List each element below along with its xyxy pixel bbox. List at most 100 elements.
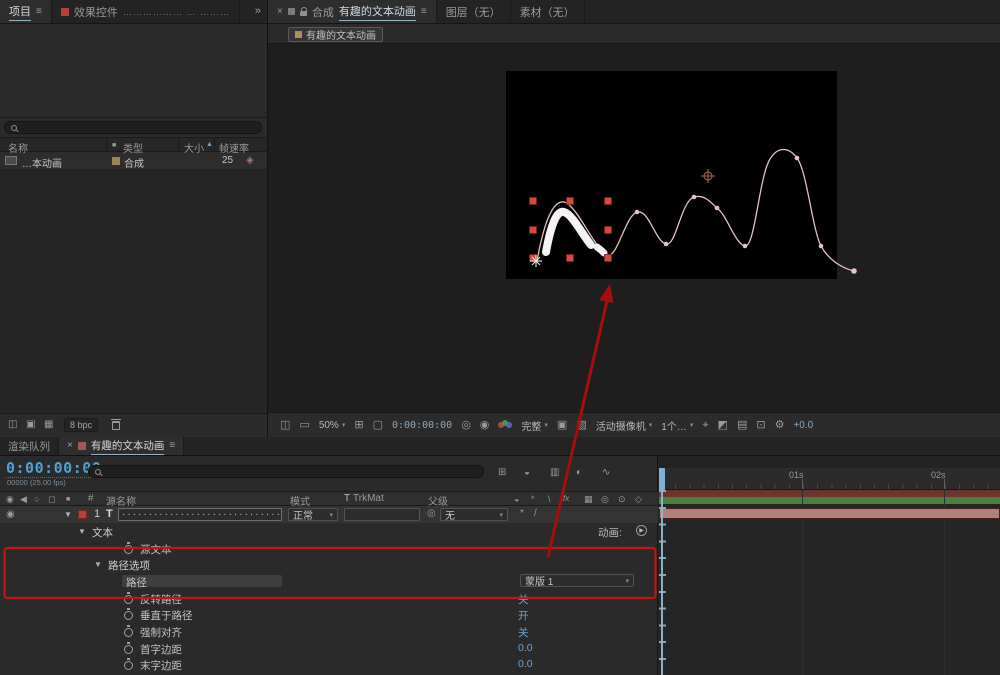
perpendicular-value[interactable]: 开 [518, 608, 529, 623]
comp-mini-flowchart-icon[interactable]: ⊞ [498, 468, 506, 478]
timeline-button-icon[interactable]: ▤ [737, 420, 747, 431]
show-snapshot-icon[interactable]: ◉ [480, 420, 490, 431]
region-of-interest-icon[interactable]: ▣ [557, 420, 567, 431]
tab-project[interactable]: 项目 ≡ [0, 0, 52, 23]
tab-render-queue[interactable]: 渲染队列 [0, 437, 59, 455]
grid-guides-icon[interactable]: ⊞ [354, 420, 363, 431]
viewer-stage[interactable] [268, 44, 1000, 412]
audio-column-icon: ◀ [20, 495, 27, 504]
viewer-timecode[interactable]: 0:00:00:00 [392, 420, 452, 431]
layer-duration-bar[interactable] [659, 508, 1000, 519]
close-icon[interactable]: × [277, 7, 283, 17]
lock-column-icon: ◻ [48, 495, 55, 504]
bit-depth-button[interactable]: 8 bpc [64, 418, 98, 432]
path-row[interactable]: 路径 蒙版 1▾ [0, 573, 658, 589]
layer-index: 1 [94, 508, 100, 520]
layer-row[interactable]: ◉ ▼ 1 T ································… [0, 506, 658, 523]
collapse-switch-icon[interactable]: * [520, 509, 524, 519]
motion-blur-icon[interactable]: ◐ [576, 468, 582, 478]
source-text-row[interactable]: 源文本 [0, 540, 658, 556]
new-folder-icon[interactable]: ▣ [26, 420, 35, 430]
comp-mini-flowchart-button[interactable]: 有趣的文本动画 [288, 27, 383, 42]
tab-timeline-comp[interactable]: × 有趣的文本动画 ≡ [59, 437, 184, 455]
perpendicular-row[interactable]: 垂直于路径 开 [0, 606, 658, 622]
panel-menu-icon[interactable]: ≡ [36, 7, 42, 17]
exposure-value[interactable]: +0.0 [793, 420, 813, 431]
always-preview-icon[interactable]: ▭ [299, 420, 309, 431]
first-margin-value[interactable]: 0.0 [518, 642, 533, 654]
stopwatch-icon[interactable] [124, 642, 133, 652]
view-layout-dropdown[interactable]: 1个…▾ [661, 418, 693, 433]
tab-effect-controls[interactable]: 效果控件 ……………… … ……… [52, 0, 240, 23]
text-group-row[interactable]: ▼ 文本 动画: ▶ [0, 523, 658, 539]
parent-dropdown[interactable]: 无▾ [440, 508, 508, 521]
tab-layer[interactable]: 图层（无） [437, 0, 511, 23]
last-margin-row[interactable]: 末字边距 0.0 [0, 656, 658, 672]
stopwatch-icon[interactable] [124, 625, 133, 635]
exposure-gear-icon[interactable]: ⚙ [775, 420, 785, 431]
transparency-grid-icon[interactable]: ▨ [576, 420, 586, 431]
time-ruler[interactable]: 01s 02s [659, 468, 1000, 490]
path-options-group-row[interactable]: ▼ 路径选项 [0, 556, 658, 572]
graph-editor-icon[interactable]: ∿ [602, 468, 610, 478]
reverse-path-value[interactable]: 关 [518, 592, 529, 607]
last-margin-value[interactable]: 0.0 [518, 658, 533, 670]
toggle-viewers-icon[interactable]: ◫ [280, 420, 290, 431]
composition-canvas[interactable] [506, 71, 837, 279]
stopwatch-icon[interactable] [124, 542, 133, 552]
frame-blending-icon[interactable]: ▥ [550, 468, 559, 478]
tab-footage[interactable]: 素材（无） [511, 0, 585, 23]
trash-icon[interactable] [112, 421, 120, 430]
stopwatch-icon[interactable] [124, 608, 133, 618]
current-time-indicator-handle[interactable] [659, 468, 665, 490]
tab-overflow-icon[interactable]: » [255, 6, 261, 17]
timeline-track-area[interactable]: 01s 02s [659, 456, 1000, 675]
fast-previews-icon[interactable]: ◩ [718, 420, 728, 431]
project-item-row[interactable]: …本动画 合成 25 ◈ [0, 153, 268, 169]
lock-icon[interactable] [300, 11, 307, 16]
mask-visibility-icon[interactable]: ▢ [373, 420, 383, 431]
layer-color-icon [61, 8, 69, 16]
current-timecode[interactable]: 0:00:00:00 [6, 459, 101, 478]
first-margin-row[interactable]: 首字边距 0.0 [0, 640, 658, 656]
force-alignment-row[interactable]: 强制对齐 关 [0, 623, 658, 639]
panel-menu-icon[interactable]: ≡ [169, 441, 175, 451]
col-trkmat[interactable]: TrkMat [353, 493, 384, 504]
eye-icon[interactable]: ◉ [6, 510, 15, 520]
camera-view-dropdown[interactable]: 活动摄像机▾ [596, 418, 653, 433]
flowchart-icon[interactable]: ⊡ [756, 420, 765, 431]
animate-button[interactable]: ▶ [636, 525, 647, 536]
show-channels-icon[interactable] [498, 420, 512, 430]
layer-label-swatch[interactable] [78, 510, 87, 519]
snapshot-icon[interactable]: ◎ [461, 420, 471, 431]
twirl-open-icon[interactable]: ▼ [78, 527, 86, 536]
blend-mode-dropdown[interactable]: 正常▾ [288, 508, 338, 521]
project-search-input[interactable] [4, 121, 262, 134]
motion-blur-switch-icon: ◎ [601, 495, 609, 504]
trkmat-dropdown[interactable] [344, 508, 420, 521]
sort-up-icon[interactable]: ▲ [206, 141, 213, 148]
reverse-path-row[interactable]: 反转路径 关 [0, 590, 658, 606]
resolution-dropdown[interactable]: 完整▾ [521, 418, 548, 433]
stopwatch-icon[interactable] [124, 592, 133, 602]
shy-layers-icon[interactable]: ◒ [524, 468, 530, 478]
path-mask-dropdown[interactable]: 蒙版 1▾ [520, 574, 634, 587]
col-hash[interactable]: # [88, 493, 94, 504]
magnification-dropdown[interactable]: 50%▾ [319, 420, 346, 431]
stopwatch-icon[interactable] [124, 658, 133, 668]
layer-twirl-icon[interactable]: ▼ [64, 510, 72, 519]
timeline-search-input[interactable] [88, 465, 484, 478]
quality-switch-icon[interactable]: / [534, 509, 537, 519]
chevron-down-icon: ▾ [625, 577, 629, 585]
pixel-aspect-icon[interactable]: ⌖ [702, 420, 708, 431]
interpret-footage-icon[interactable]: ◫ [8, 420, 17, 430]
new-composition-icon[interactable]: ▦ [44, 420, 53, 430]
force-alignment-value[interactable]: 关 [518, 625, 529, 640]
close-icon[interactable]: × [67, 441, 73, 451]
frame-blend-switch-icon: ▦ [584, 495, 593, 504]
panel-menu-icon[interactable]: ≡ [421, 7, 427, 17]
layer-name-field[interactable]: ···································· [118, 508, 282, 521]
parent-pickwhip-icon[interactable]: ◎ [427, 509, 436, 519]
tab-composition[interactable]: × 合成 有趣的文本动画 ≡ [268, 0, 437, 23]
twirl-open-icon[interactable]: ▼ [94, 560, 102, 569]
